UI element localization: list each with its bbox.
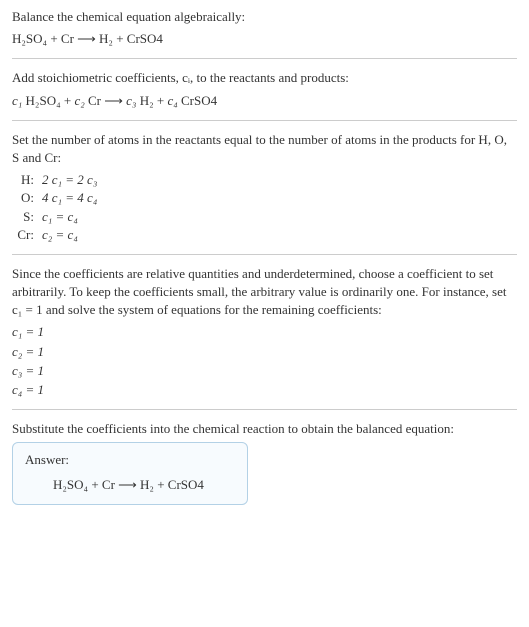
coeff-solution: c₂ = 1 [12,343,517,361]
underdetermined-text: Since the coefficients are relative quan… [12,265,517,320]
coeff-c4: c₄ [167,93,177,108]
coeff-sp4: CrSO4 [178,93,217,108]
balance-title: Balance the chemical equation algebraica… [12,8,517,26]
substitute-text-content: Substitute the coefficients into the che… [12,421,454,436]
stoich-intro: Add stoichiometric coefficients, cᵢ, to … [12,69,517,87]
atom-eq-label: Cr: [12,226,42,244]
coeff-c3: c₃ [126,93,136,108]
atom-eq-value: 2 c₁ = 2 c₃ [42,171,97,189]
atom-eq-row: S: c₁ = c₄ [12,208,97,226]
coefficient-solutions: c₁ = 1 c₂ = 1 c₃ = 1 c₄ = 1 [12,323,517,399]
balance-title-text: Balance the chemical equation algebraica… [12,9,245,24]
coeff-sp1: H₂SO₄ + [22,93,74,108]
coeff-sp2: Cr ⟶ [85,93,126,108]
main-equation: H₂SO₄ + Cr ⟶ H₂ + CrSO4 [12,30,517,48]
stoich-intro-text: Add stoichiometric coefficients, cᵢ, to … [12,70,349,85]
atom-eq-label: O: [12,189,42,207]
atom-eq-value: 4 c₁ = 4 c₄ [42,189,97,207]
substitute-text: Substitute the coefficients into the che… [12,420,517,438]
coeff-solution: c₄ = 1 [12,381,517,399]
set-atoms-text: Set the number of atoms in the reactants… [12,131,517,167]
underdetermined-text-content: Since the coefficients are relative quan… [12,266,507,317]
atom-eq-value: c₂ = c₄ [42,226,97,244]
atom-eq-value: c₁ = c₄ [42,208,97,226]
atom-eq-row: O: 4 c₁ = 4 c₄ [12,189,97,207]
coeff-solution: c₃ = 1 [12,362,517,380]
atom-eq-label: H: [12,171,42,189]
divider [12,120,517,121]
answer-equation: H₂SO₄ + Cr ⟶ H₂ + CrSO4 [25,476,235,494]
coeff-solution: c₁ = 1 [12,323,517,341]
answer-label: Answer: [25,451,235,469]
divider [12,254,517,255]
coeff-c2: c₂ [74,93,84,108]
atom-eq-row: Cr: c₂ = c₄ [12,226,97,244]
atom-eq-row: H: 2 c₁ = 2 c₃ [12,171,97,189]
atom-eq-label: S: [12,208,42,226]
atom-equations-table: H: 2 c₁ = 2 c₃ O: 4 c₁ = 4 c₄ S: c₁ = c₄… [12,171,97,244]
coeff-sp3: H₂ + [136,93,167,108]
coeff-c1: c₁ [12,93,22,108]
set-atoms-text-content: Set the number of atoms in the reactants… [12,132,507,165]
answer-box: Answer: H₂SO₄ + Cr ⟶ H₂ + CrSO4 [12,442,248,504]
divider [12,58,517,59]
main-equation-text: H₂SO₄ + Cr ⟶ H₂ + CrSO4 [12,31,163,46]
divider [12,409,517,410]
coeff-equation: c₁ H₂SO₄ + c₂ Cr ⟶ c₃ H₂ + c₄ CrSO4 [12,92,517,110]
